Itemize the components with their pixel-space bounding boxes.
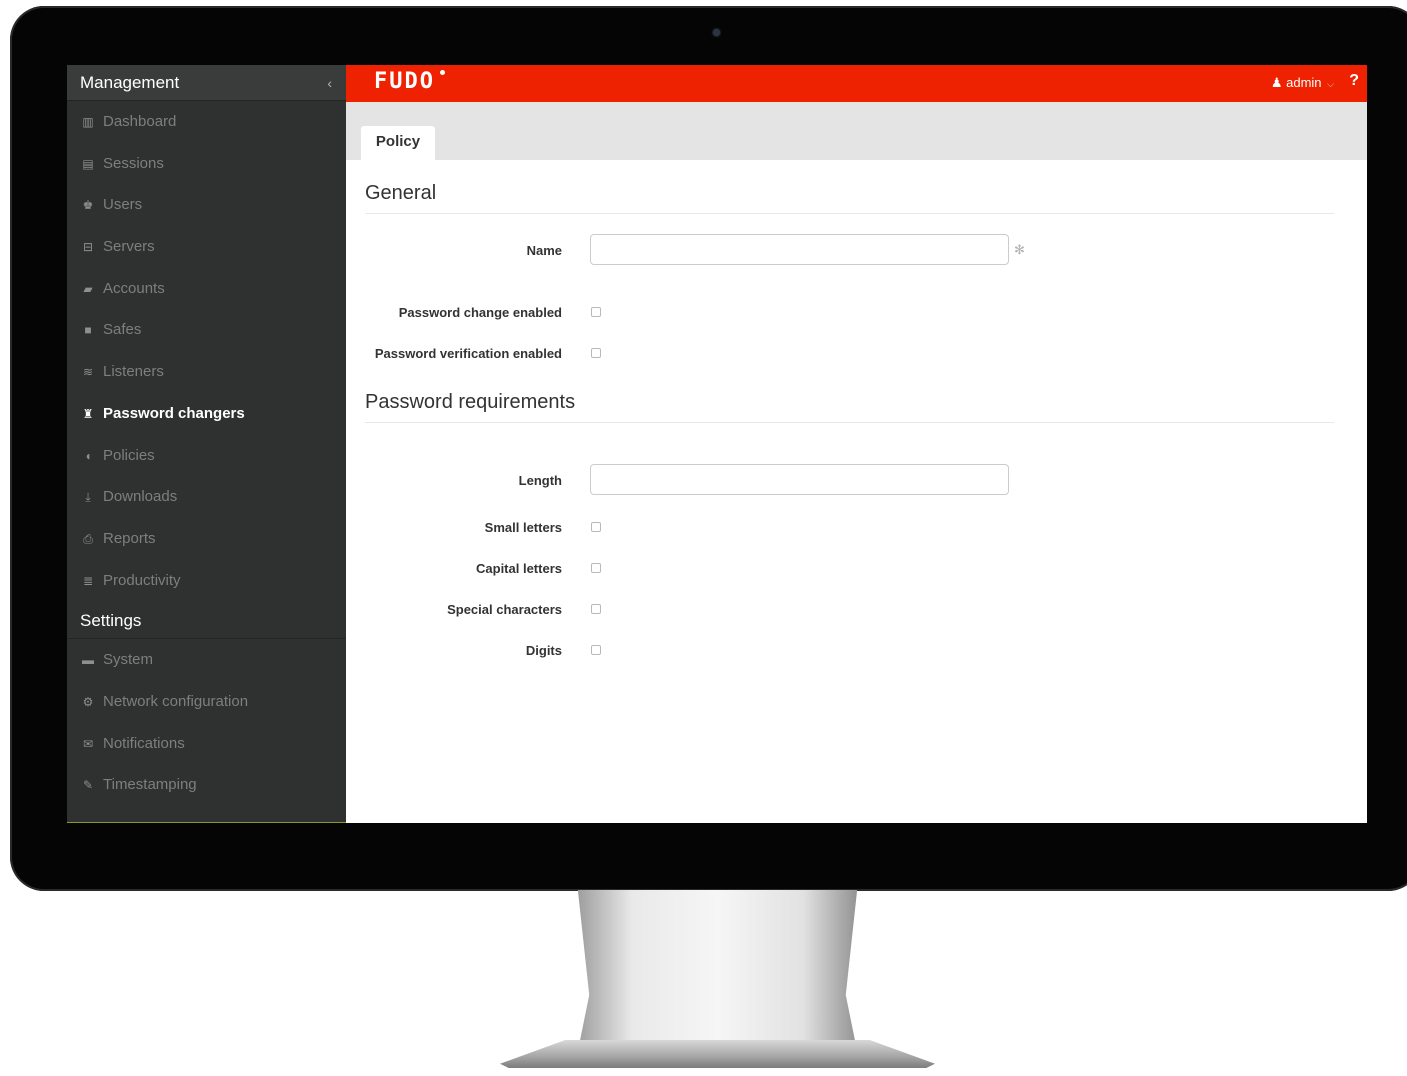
sidebar-item-system[interactable]: ▬ System — [67, 639, 346, 681]
sidebar-item-network-configuration[interactable]: ⚙ Network configuration — [67, 681, 346, 723]
sidebar-item-listeners[interactable]: ≋ Listeners — [67, 351, 346, 393]
user-icon: ♟ — [1270, 75, 1283, 90]
server-icon: ⊟ — [82, 240, 94, 255]
sidebar-item-label: Dashboard — [103, 113, 177, 130]
users-icon: ♚ — [82, 198, 94, 213]
sidebar-item-label: Timestamping — [103, 776, 197, 794]
user-name: admin — [1286, 75, 1322, 90]
rss-icon: ≋ — [82, 365, 94, 380]
sidebar-item-label: Productivity — [103, 571, 181, 589]
length-label: Length — [518, 473, 562, 488]
sidebar-item-label: System — [103, 651, 154, 669]
password-verification-enabled-checkbox[interactable] — [591, 348, 601, 358]
management-header: Management ‹ — [67, 65, 346, 101]
shield-icon: ◖ — [84, 448, 92, 463]
name-input[interactable] — [590, 234, 1009, 265]
cogs-icon: ⚙ — [82, 694, 94, 709]
sidebar-item-reports[interactable]: ⎙ Reports — [67, 518, 346, 560]
sidebar-item-label: Servers — [103, 238, 155, 256]
sidebar-item-label: Sessions — [103, 154, 164, 172]
sidebar-item-downloads[interactable]: ⤓ Downloads — [67, 476, 346, 518]
password-verification-enabled-label: Password verification enabled — [374, 346, 562, 361]
sidebar-item-productivity[interactable]: ≣ Productivity — [67, 560, 346, 602]
logo-dot — [440, 70, 445, 75]
capital-letters-label: Capital letters — [476, 561, 562, 576]
book-icon: ▰ — [83, 281, 93, 296]
general-section-title: General — [365, 182, 1334, 214]
digits-label: Digits — [525, 643, 562, 658]
sidebar-item-label: Safes — [103, 321, 142, 339]
settings-header: Settings — [67, 601, 346, 640]
sidebar-item-notifications[interactable]: ✉ Notifications — [67, 723, 346, 765]
sidebar-item-label: Downloads — [103, 488, 178, 506]
dashboard-icon: ▥ — [82, 115, 94, 129]
sidebar-item-label: Accounts — [103, 279, 165, 297]
sidebar-item-accounts[interactable]: ▰ Accounts — [67, 268, 346, 310]
sidebar-item-label: Policies — [103, 446, 155, 464]
monitor-stand — [575, 890, 860, 1065]
film-icon: ▤ — [82, 156, 94, 171]
sidebar-item-users[interactable]: ♚ Users — [67, 184, 346, 226]
sidebar-item-timestamping[interactable]: ✎ Timestamping — [67, 764, 346, 806]
edit-icon: ✎ — [82, 778, 94, 793]
download-icon: ⤓ — [85, 490, 91, 505]
sidebar-item-password-changers[interactable]: ♜ Password changers — [67, 393, 346, 435]
monitor-stand-base — [500, 1040, 935, 1068]
tab-policy[interactable]: Policy — [361, 126, 435, 160]
folder-icon: ▬ — [82, 653, 94, 668]
sitemap-icon: ♜ — [82, 406, 94, 421]
length-input[interactable] — [590, 464, 1009, 495]
name-label: Name — [526, 243, 562, 258]
fudo-logo[interactable]: FUDO — [374, 69, 435, 94]
sidebar: Management ‹ ▥ Dashboard ▤ Sessions ♚ Users… — [67, 65, 346, 823]
sidebar-item-label: Reports — [103, 529, 156, 547]
policy-form: General Name ✻ Password change enabled P… — [346, 160, 1367, 823]
tasks-icon: ≣ — [82, 573, 94, 588]
sidebar-item-servers[interactable]: ⊟ Servers — [67, 226, 346, 268]
sidebar-item-label: Password changers — [103, 404, 245, 422]
management-title: Management — [80, 73, 180, 92]
sidebar-item-label: Notifications — [103, 734, 185, 752]
password-change-enabled-checkbox[interactable] — [591, 307, 601, 317]
sidebar-item-sessions[interactable]: ▤ Sessions — [67, 143, 346, 185]
password-requirements-section-title: Password requirements — [365, 391, 1334, 423]
camera — [713, 29, 720, 36]
digits-checkbox[interactable] — [591, 645, 601, 655]
print-icon: ⎙ — [83, 531, 93, 546]
collapse-sidebar-icon[interactable]: ‹ — [327, 65, 332, 101]
small-letters-label: Small letters — [484, 520, 562, 535]
sidebar-item-policies[interactable]: ◖ Policies — [67, 435, 346, 477]
sidebar-item-label: Users — [103, 196, 143, 214]
sidebar-item-dashboard[interactable]: ▥ Dashboard — [67, 101, 346, 143]
required-icon: ✻ — [1014, 242, 1025, 257]
sidebar-item-label: Listeners — [103, 363, 164, 381]
special-characters-label: Special characters — [447, 602, 562, 617]
tab-strip: Policy — [346, 102, 1367, 160]
safe-icon: ■ — [84, 323, 92, 338]
envelope-icon: ✉ — [82, 736, 94, 751]
special-characters-checkbox[interactable] — [591, 604, 601, 614]
capital-letters-checkbox[interactable] — [591, 563, 601, 573]
screen: Management ‹ ▥ Dashboard ▤ Sessions ♚ Users… — [67, 65, 1367, 823]
chevron-down-icon: ⌵ — [1327, 79, 1334, 89]
sidebar-item-safes[interactable]: ■ Safes — [67, 309, 346, 351]
user-menu[interactable]: ♟ admin ⌵ — [1271, 75, 1334, 91]
sidebar-item-label: Network configuration — [103, 692, 249, 710]
help-button[interactable]: ? — [1349, 72, 1359, 90]
small-letters-checkbox[interactable] — [591, 522, 601, 532]
password-change-enabled-label: Password change enabled — [398, 305, 562, 320]
top-bar: FUDO ♟ admin ⌵ ? — [346, 65, 1367, 102]
